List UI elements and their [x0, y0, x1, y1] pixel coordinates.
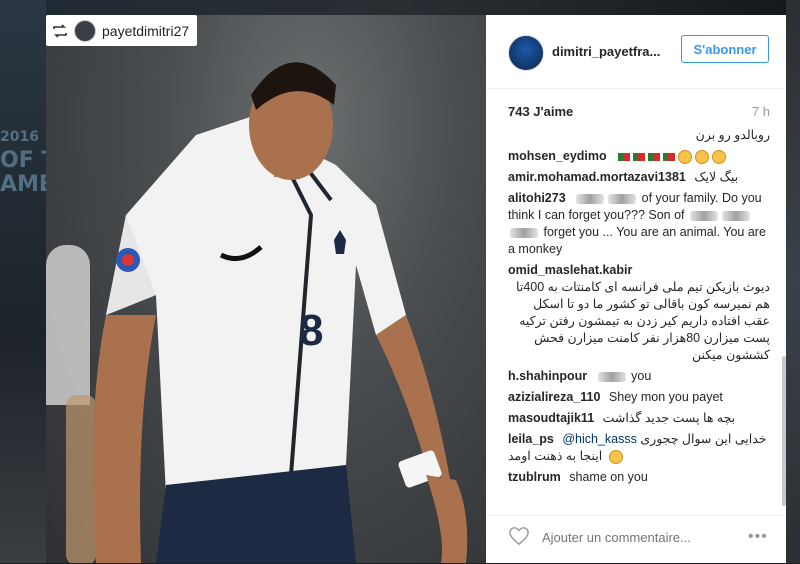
comment-item: amir.mohamad.mortazavi1381 بیگ لایک: [508, 169, 770, 186]
comment-username[interactable]: amir.mohamad.mortazavi1381: [508, 170, 686, 184]
comment-username[interactable]: masoudtajik11: [508, 411, 594, 425]
comment-username[interactable]: leila_ps: [508, 432, 554, 446]
scrollbar-thumb[interactable]: [782, 356, 786, 506]
comment-item: azizialireza_110 Shey mon you payet: [508, 389, 770, 406]
comment-composer: •••: [486, 515, 786, 564]
redacted-emoji-icon: [510, 227, 538, 238]
redacted-emoji-icon: [608, 193, 637, 204]
comment-item: mohsen_eydimo: [508, 148, 770, 165]
post-time[interactable]: 7 h: [752, 104, 770, 119]
comment-text: you: [631, 369, 652, 383]
comment-text: روبالدو رو برن: [695, 128, 770, 142]
post-photo[interactable]: 8: [46, 15, 486, 563]
portugal-flag-icon: [663, 152, 676, 161]
post-header: dimitri_payetfra... S'abonner: [486, 15, 786, 89]
likes-count[interactable]: 743 J'aime: [508, 104, 573, 119]
comment-item: h.shahinpour you: [508, 368, 770, 385]
comment-item: tzublrum shame on you: [508, 469, 770, 486]
redacted-emoji-icon: [576, 193, 605, 204]
portugal-flag-icon: [648, 152, 661, 161]
emoji-face-icon: [712, 149, 727, 164]
portugal-flag-icon: [633, 152, 646, 161]
repost-tag[interactable]: payetdimitri27: [46, 15, 198, 46]
player-illustration: 8: [92, 62, 468, 563]
emoji-face-icon: [695, 149, 710, 164]
comment-text: forget you ... You are an: [543, 225, 677, 239]
post-sidebar: dimitri_payetfra... S'abonner 743 J'aime…: [486, 15, 786, 563]
comment-username[interactable]: tzublrum: [508, 470, 561, 484]
more-options-icon[interactable]: •••: [748, 528, 768, 546]
jersey-number: 8: [299, 306, 323, 355]
comment-text: دیوث بازیکن تیم ملی فرانسه ای کامنتات به…: [516, 280, 770, 362]
comment-username[interactable]: mohsen_eydimo: [508, 149, 607, 163]
comment-username[interactable]: omid_maslehat.kabir: [508, 263, 632, 277]
comment-text: Shey mon you payet: [608, 390, 723, 404]
comment-username[interactable]: alitohi273: [508, 191, 566, 205]
right-background-strip: [786, 0, 800, 563]
emoji-face-icon: [608, 449, 623, 464]
post-stats: 743 J'aime 7 h: [508, 104, 770, 120]
redacted-emoji-icon: [722, 210, 750, 221]
repost-username[interactable]: payetdimitri27: [102, 23, 189, 39]
follow-button[interactable]: S'abonner: [681, 35, 769, 63]
author-username[interactable]: dimitri_payetfra...: [552, 44, 660, 59]
redacted-emoji-icon: [597, 371, 626, 382]
comment-text: of your family.: [641, 191, 719, 205]
comment-username[interactable]: h.shahinpour: [508, 369, 587, 383]
left-background-panel: [0, 0, 46, 563]
comments-scrollbar[interactable]: [782, 88, 786, 508]
author-avatar[interactable]: [508, 35, 544, 71]
comment-item: masoudtajik11 بچه ها پست جدید گذاشت: [508, 410, 770, 427]
comment-text: بچه ها پست جدید گذاشت: [602, 411, 736, 425]
portugal-flag-icon: [618, 152, 631, 161]
comment-username[interactable]: azizialireza_110: [508, 390, 600, 404]
comment-item: omid_maslehat.kabir دیوث بازیکن تیم ملی …: [508, 262, 770, 364]
repost-avatar: [74, 19, 96, 42]
comment-text: بیگ لایک: [694, 170, 739, 184]
repost-icon: [53, 23, 67, 38]
comment-text: shame on you: [569, 470, 648, 484]
comment-item: leila_ps @hich_kasss خدایی این سوال چجور…: [508, 431, 770, 465]
comment-input[interactable]: [540, 524, 724, 550]
emoji-face-icon: [678, 149, 693, 164]
comment-item: alitohi273 of your family. Do you think …: [508, 190, 770, 258]
comments-list[interactable]: روبالدو رو برن mohsen_eydimo amir.mohama…: [508, 127, 770, 505]
comment-item: روبالدو رو برن: [508, 127, 770, 144]
comment-mention[interactable]: @hich_kasss: [562, 432, 637, 446]
heart-icon[interactable]: [508, 526, 530, 546]
redacted-emoji-icon: [690, 210, 718, 221]
